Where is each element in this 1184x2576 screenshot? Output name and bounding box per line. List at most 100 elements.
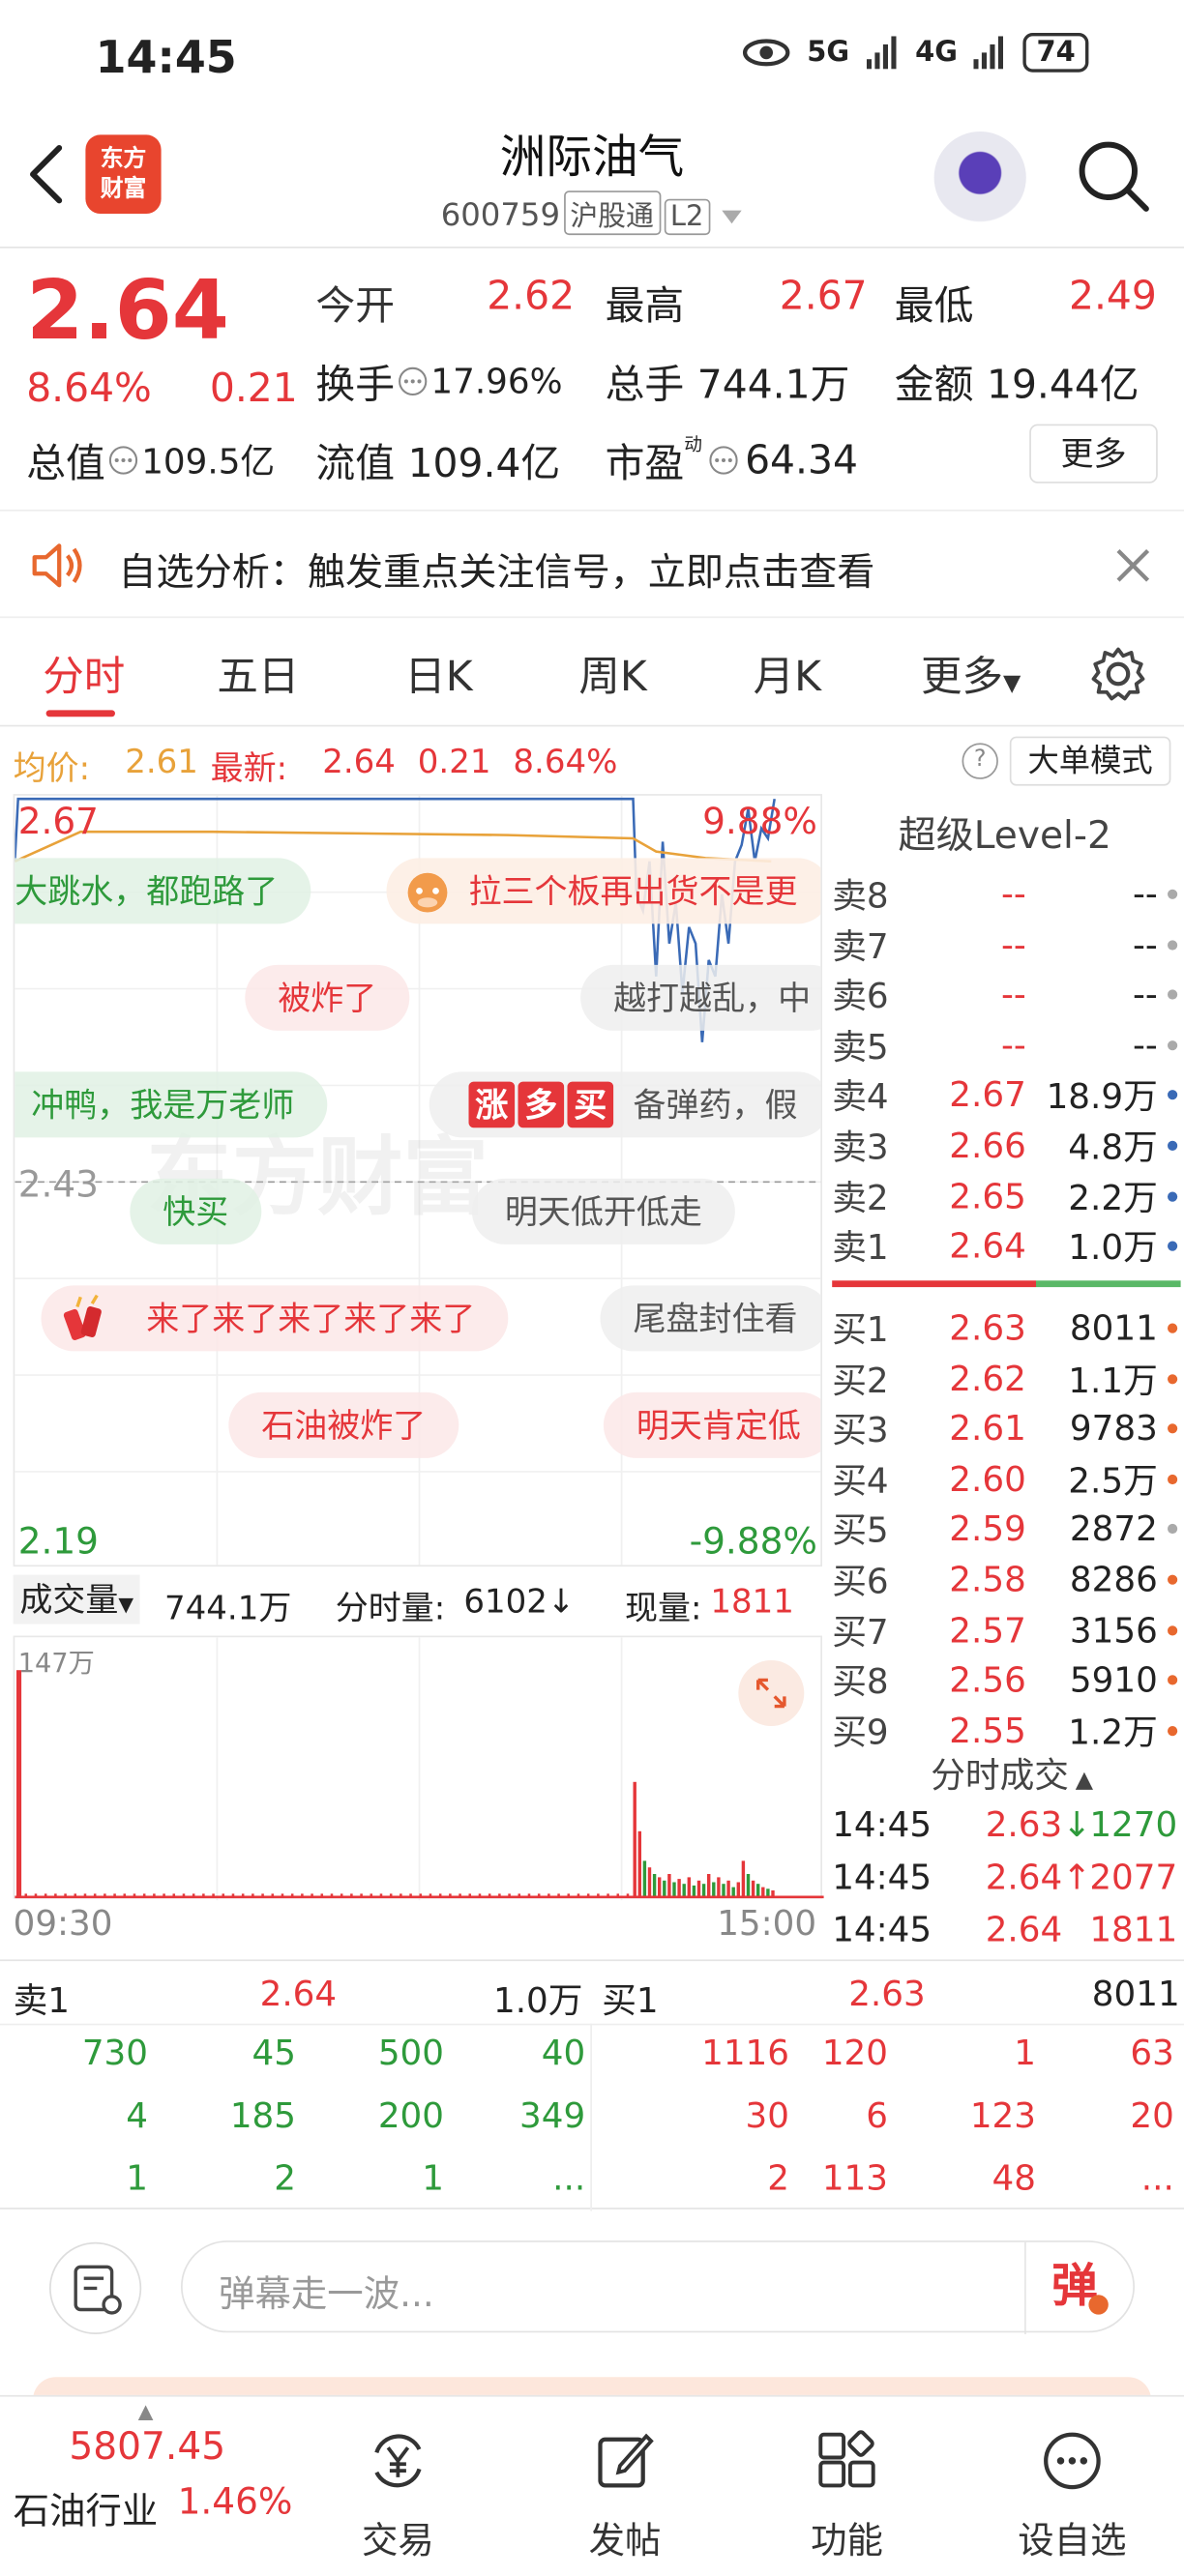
queue-cell: 730 [81, 2033, 148, 2073]
chart-tabs: 分时 五日 日K 周K 月K 更多▼ [0, 622, 1184, 727]
bid-level-row[interactable]: 买3 2.61 9783 [832, 1404, 1180, 1453]
bid-cell: 2.59 [949, 1509, 1026, 1550]
caret-down-icon: ▼ [118, 1593, 134, 1617]
large-order-mode-button[interactable]: 大单模式 [1009, 736, 1171, 786]
avg-price-line [15, 830, 772, 864]
volume-bar [761, 1887, 765, 1897]
caret-up-icon: ▲ [1075, 1767, 1094, 1794]
barrage-item[interactable]: ，冲鸭，我是万老师 [15, 1071, 328, 1138]
barrage-item[interactable]: 备弹药，假 涨 多 买 [429, 1071, 821, 1138]
nav-functions-label: 功能 [811, 2521, 883, 2563]
ask-level-row[interactable]: 卖2 2.65 2.2万 [832, 1171, 1180, 1220]
barrage-item[interactable]: 越打越乱，中 [580, 964, 821, 1031]
ask-level-row[interactable]: 卖1 2.64 1.0万 [832, 1221, 1180, 1271]
volume-stat: 总手 744.1万 [606, 352, 850, 410]
barrage-item[interactable]: 拉三个板再出货不是更 [386, 858, 821, 924]
barrage-send-button[interactable]: 弹 [1024, 2241, 1133, 2334]
barrage-item[interactable]: 来了来了来了来了来了 [41, 1285, 509, 1352]
search-icon[interactable] [1076, 138, 1151, 214]
ask-cell: -- [1133, 1025, 1158, 1066]
ask-level-row[interactable]: 卖3 2.66 4.8万 [832, 1121, 1180, 1170]
bid-level-row[interactable]: 买1 2.63 8011 [832, 1303, 1180, 1353]
queue-buy-label: 买1 [602, 1980, 659, 2021]
more-button[interactable]: 更多 [1029, 424, 1158, 483]
volume-indicator-select[interactable]: 成交量▼ [13, 1574, 140, 1625]
queue-sell-label: 卖1 [13, 1980, 71, 2021]
stock-code: 600759 [440, 197, 561, 234]
barrage-item[interactable]: 尾盘封住看 [600, 1285, 821, 1352]
comment-list-button[interactable] [49, 2241, 142, 2334]
tab-weekly-k[interactable]: 周K [578, 644, 646, 703]
flag-dot [1168, 1373, 1178, 1384]
pe-sup: 动 [684, 433, 702, 455]
robot-assistant-icon[interactable] [933, 132, 1026, 224]
volume-chart[interactable]: 147万 [13, 1635, 824, 1901]
bid-level-row[interactable]: 买2 2.62 1.1万 [832, 1354, 1180, 1403]
battery-icon: 74 [1022, 33, 1089, 73]
queue-cell: 120 [821, 2033, 888, 2073]
bid-level-row[interactable]: 买8 2.56 5910 [832, 1655, 1180, 1705]
barrage-item[interactable]: 被炸了 [245, 964, 410, 1031]
ask-cell: 2.66 [949, 1126, 1026, 1166]
tab-5day[interactable]: 五日 [217, 644, 299, 703]
level2-order-book[interactable]: 超级Level-2 卖8 -- -- 卖7 -- -- 卖6 -- -- 卖5 -- -- 卖4 2.67… [825, 794, 1184, 1752]
flag-dot [1168, 1625, 1178, 1635]
barrage-item[interactable]: 明天低开低走 [471, 1178, 735, 1244]
ask-level-row[interactable]: 卖6 -- -- [832, 970, 1180, 1019]
notice-banner[interactable]: 自选分析：触发重点关注信号，立即点击查看 [0, 510, 1184, 619]
info-dots-icon [399, 366, 428, 395]
ask-level-row[interactable]: 卖7 -- -- [832, 920, 1180, 969]
ask-cell: 卖5 [832, 1027, 889, 1067]
barrage-text: 拉三个板再出货不是更 [468, 871, 798, 911]
tab-more[interactable]: 更多▼ [921, 644, 1021, 703]
bid-cell: 买6 [832, 1562, 889, 1601]
bid-level-row[interactable]: 买7 2.57 3156 [832, 1605, 1180, 1654]
ask-cell: 2.67 [949, 1075, 1026, 1116]
nav-post[interactable]: 发帖 [543, 2397, 707, 2564]
barrage-input[interactable]: 弹幕走一波... 弹 [181, 2240, 1135, 2334]
queue-cell: 63 [1130, 2033, 1174, 2073]
trades-title: 分时成交 ▲ [931, 1749, 1093, 1799]
bid-level-row[interactable]: 买4 2.60 2.5万 [832, 1454, 1180, 1504]
sector-index[interactable]: ▲ 5807.45 石油行业 1.46% [0, 2397, 296, 2576]
intraday-info: 均价: 2.61 最新: 2.64 0.21 8.64% [0, 732, 1184, 791]
barrage-text: 备弹药，假 [633, 1085, 798, 1125]
trade-direction-icon [1062, 1910, 1085, 1949]
intraday-chart[interactable]: 东方财富 2.67 9.88% 2.43 2.19 -9.88% 大跳水，都跑路… [13, 794, 823, 1567]
barrage-item[interactable]: 石油被炸了 [228, 1391, 459, 1458]
fs-volume-value: 6102↓ [463, 1581, 576, 1622]
help-icon[interactable]: ? [962, 743, 998, 779]
pe-stat[interactable]: 市盈动 64.34 [606, 430, 858, 488]
bid-level-row[interactable]: 买6 2.58 8286 [832, 1555, 1180, 1604]
queue-cell: 4 [126, 2095, 148, 2136]
cow-avatar-icon [407, 872, 448, 913]
ask-level-row[interactable]: 卖8 -- -- [832, 869, 1180, 919]
close-icon[interactable] [1115, 547, 1151, 583]
nav-functions[interactable]: 功能 [765, 2397, 930, 2564]
bid-cell: 买4 [832, 1460, 889, 1501]
trade-time: 14:45 [832, 1804, 932, 1845]
bid-level-row[interactable]: 买5 2.59 2872 [832, 1505, 1180, 1554]
tab-daily-k[interactable]: 日K [404, 644, 472, 703]
ask-level-row[interactable]: 卖5 -- -- [832, 1020, 1180, 1069]
barrage-item[interactable]: 大跳水，都跑路了 [15, 858, 311, 924]
expand-button[interactable] [738, 1660, 805, 1726]
amount-stat: 金额 19.44亿 [895, 352, 1140, 410]
tick-trades[interactable]: 分时成交 ▲ 14:45 2.63 ↓ 1270 14:45 2.64 ↑ 2077 14:45 2… [825, 1742, 1184, 1956]
queue-cell: 20 [1130, 2095, 1174, 2136]
ask-level-row[interactable]: 卖4 2.67 18.9万 [832, 1070, 1180, 1120]
bid-cell: 3156 [1069, 1610, 1158, 1651]
settings-gear-icon[interactable] [1088, 644, 1147, 703]
tab-intraday[interactable]: 分时 [43, 644, 125, 703]
low-label: 最低 [894, 282, 974, 329]
barrage-item[interactable]: 快买 [130, 1178, 262, 1244]
flag-dot [1168, 1190, 1178, 1202]
order-queue[interactable]: 卖1 2.64 1.0万 买1 2.63 8011 730 45 500 40 4 185… [0, 1959, 1184, 2211]
nav-add-watchlist[interactable]: 设自选 [990, 2397, 1154, 2564]
turnover-stat[interactable]: 换手 17.96% [315, 352, 562, 410]
tab-monthly-k[interactable]: 月K [754, 644, 821, 703]
change-amount: 0.21 [209, 365, 298, 411]
market-cap-stat[interactable]: 总值 109.5亿 [26, 430, 275, 488]
nav-trade[interactable]: 交易 [315, 2397, 480, 2564]
barrage-item[interactable]: 明天肯定低 [603, 1391, 821, 1458]
